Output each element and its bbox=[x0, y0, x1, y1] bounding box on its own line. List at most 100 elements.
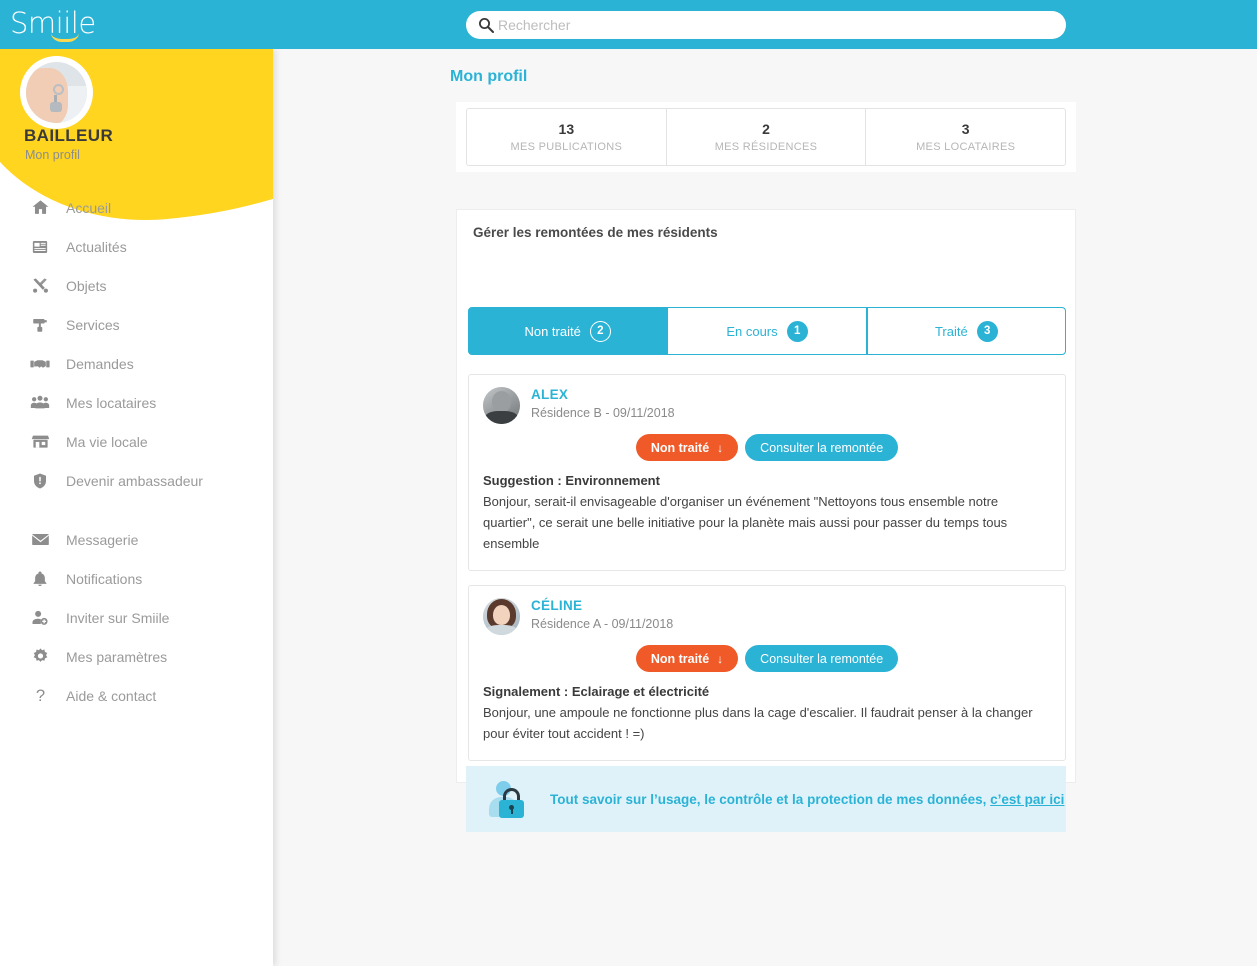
sidebar-item-label: Devenir ambassadeur bbox=[66, 472, 203, 489]
chevron-down-icon: ↓ bbox=[717, 651, 724, 666]
stat-mes-publications[interactable]: 13 MES PUBLICATIONS bbox=[467, 109, 667, 165]
top-bar: Smiile bbox=[0, 0, 1257, 49]
sidebar-item-label: Messagerie bbox=[66, 531, 139, 548]
stat-mes-residences[interactable]: 2 MES RÉSIDENCES bbox=[667, 109, 867, 165]
card-actions: Non traité ↓ Consulter la remontée bbox=[483, 434, 1051, 461]
remontee-card: CÉLINE Résidence A - 09/11/2018 Non trai… bbox=[468, 585, 1066, 761]
sidebar-item-actualites[interactable]: Actualités bbox=[0, 227, 273, 266]
consult-button[interactable]: Consulter la remontée bbox=[745, 645, 899, 672]
consult-button[interactable]: Consulter la remontée bbox=[745, 434, 899, 461]
privacy-link[interactable]: c’est par ici bbox=[990, 792, 1064, 807]
tab-count-badge: 3 bbox=[976, 320, 998, 342]
remontee-card: ALEX Résidence B - 09/11/2018 Non traité… bbox=[468, 374, 1066, 571]
tab-non-traite[interactable]: Non traité 2 bbox=[468, 307, 668, 355]
resident-name[interactable]: CÉLINE bbox=[531, 598, 673, 613]
card-body: Bonjour, serait-il envisageable d'organi… bbox=[483, 494, 1008, 551]
tab-label: En cours bbox=[726, 323, 778, 339]
residence-date: Résidence B - 09/11/2018 bbox=[531, 406, 675, 420]
card-subject: Suggestion : Environnement bbox=[483, 473, 660, 488]
privacy-text: Tout savoir sur l’usage, le contrôle et … bbox=[550, 791, 987, 807]
sidebar-item-ma-vie-locale[interactable]: Ma vie locale bbox=[0, 422, 273, 461]
stat-label: MES RÉSIDENCES bbox=[714, 141, 818, 153]
profile-avatar[interactable] bbox=[23, 59, 90, 126]
sidebar-item-label: Aide & contact bbox=[66, 687, 157, 704]
remontees-tabs: Non traité 2 En cours 1 Traité 3 bbox=[468, 307, 1066, 355]
question-mark-icon: ? bbox=[28, 684, 52, 708]
tab-count-badge: 2 bbox=[589, 320, 611, 342]
sidebar-item-aide-contact[interactable]: ? Aide & contact bbox=[0, 676, 273, 715]
avatar[interactable] bbox=[483, 598, 520, 635]
sidebar-item-services[interactable]: Services bbox=[0, 305, 273, 344]
sidebar-item-mes-parametres[interactable]: Mes paramètres bbox=[0, 637, 273, 676]
resident-name[interactable]: ALEX bbox=[531, 387, 675, 402]
stat-mes-locataires[interactable]: 3 MES LOCATAIRES bbox=[866, 109, 1065, 165]
search-icon bbox=[478, 17, 494, 33]
residence-date: Résidence A - 09/11/2018 bbox=[531, 617, 674, 631]
shield-icon bbox=[28, 469, 52, 493]
stat-label: MES LOCATAIRES bbox=[916, 141, 1016, 153]
sidebar-item-label: Accueil bbox=[66, 199, 112, 216]
sidebar-item-inviter-sur-smiile[interactable]: Inviter sur Smiile bbox=[0, 598, 273, 637]
status-dropdown-button[interactable]: Non traité ↓ bbox=[635, 434, 739, 461]
privacy-lock-icon bbox=[488, 779, 528, 819]
search-bar[interactable] bbox=[466, 11, 1066, 39]
remontees-title: Gérer les remontées de mes résidents bbox=[473, 225, 718, 240]
sidebar-item-accueil[interactable]: Accueil bbox=[0, 188, 273, 227]
sidebar-item-label: Inviter sur Smiile bbox=[66, 609, 170, 626]
sidebar-item-label: Ma vie locale bbox=[66, 433, 148, 450]
bell-icon bbox=[28, 567, 52, 591]
card-body: Bonjour, une ampoule ne fonctionne plus … bbox=[483, 705, 1033, 741]
main-content: Mon profil 13 MES PUBLICATIONS 2 MES RÉS… bbox=[273, 49, 1257, 966]
sidebar-item-notifications[interactable]: Notifications bbox=[0, 559, 273, 598]
sidebar-item-label: Mes paramètres bbox=[66, 648, 168, 665]
tab-label: Traité bbox=[934, 323, 968, 339]
gear-icon bbox=[28, 645, 52, 669]
sidebar-item-devenir-ambassadeur[interactable]: Devenir ambassadeur bbox=[0, 461, 273, 500]
card-subject: Signalement : Eclairage et électricité bbox=[483, 684, 710, 699]
people-group-icon bbox=[28, 391, 52, 415]
newspaper-icon bbox=[28, 235, 52, 259]
chevron-down-icon: ↓ bbox=[717, 440, 724, 455]
smiile-logo[interactable]: Smiile bbox=[10, 6, 106, 44]
privacy-text-wrap: Tout savoir sur l’usage, le contrôle et … bbox=[550, 792, 1064, 807]
stat-value: 3 bbox=[961, 121, 970, 137]
status-label: Non traité bbox=[650, 440, 710, 455]
storefront-icon bbox=[28, 430, 52, 454]
stat-value: 2 bbox=[762, 121, 770, 137]
paint-roller-icon bbox=[28, 313, 52, 337]
sidebar-item-objets[interactable]: Objets bbox=[0, 266, 273, 305]
handshake-icon bbox=[28, 352, 52, 376]
profile-name: BAILLEUR bbox=[24, 126, 114, 145]
status-label: Non traité bbox=[650, 651, 710, 666]
sidebar-item-label: Mes locataires bbox=[66, 394, 157, 411]
sidebar-item-label: Services bbox=[66, 316, 120, 333]
sidebar-item-label: Demandes bbox=[66, 355, 134, 372]
avatar[interactable] bbox=[483, 387, 520, 424]
privacy-banner: Tout savoir sur l’usage, le contrôle et … bbox=[466, 766, 1066, 832]
sidebar-nav: Accueil Actualités Objets Services Deman… bbox=[0, 188, 273, 715]
tab-label: Non traité bbox=[524, 323, 581, 339]
home-icon bbox=[28, 196, 52, 220]
sidebar-item-messagerie[interactable]: Messagerie bbox=[0, 520, 273, 559]
user-plus-icon bbox=[28, 606, 52, 630]
sidebar: BAILLEUR Mon profil Accueil Actualités O… bbox=[0, 49, 273, 966]
card-header: CÉLINE Résidence A - 09/11/2018 bbox=[483, 598, 1051, 635]
tab-traite[interactable]: Traité 3 bbox=[866, 307, 1066, 355]
tab-count-badge: 1 bbox=[786, 320, 808, 342]
search-input[interactable] bbox=[498, 11, 1058, 39]
card-actions: Non traité ↓ Consulter la remontée bbox=[483, 645, 1051, 672]
tab-en-cours[interactable]: En cours 1 bbox=[667, 307, 867, 355]
envelope-icon bbox=[28, 528, 52, 552]
logo-smile-underline bbox=[51, 33, 79, 42]
sidebar-item-demandes[interactable]: Demandes bbox=[0, 344, 273, 383]
status-dropdown-button[interactable]: Non traité ↓ bbox=[635, 645, 739, 672]
stats-panel: 13 MES PUBLICATIONS 2 MES RÉSIDENCES 3 M… bbox=[456, 102, 1076, 172]
sidebar-divider-gap bbox=[0, 500, 273, 520]
card-header: ALEX Résidence B - 09/11/2018 bbox=[483, 387, 1051, 424]
stats-row: 13 MES PUBLICATIONS 2 MES RÉSIDENCES 3 M… bbox=[466, 108, 1066, 166]
stat-value: 13 bbox=[558, 121, 575, 137]
sidebar-item-mes-locataires[interactable]: Mes locataires bbox=[0, 383, 273, 422]
sidebar-item-label: Notifications bbox=[66, 570, 143, 587]
sidebar-item-label: Objets bbox=[66, 277, 107, 294]
tools-icon bbox=[28, 274, 52, 298]
